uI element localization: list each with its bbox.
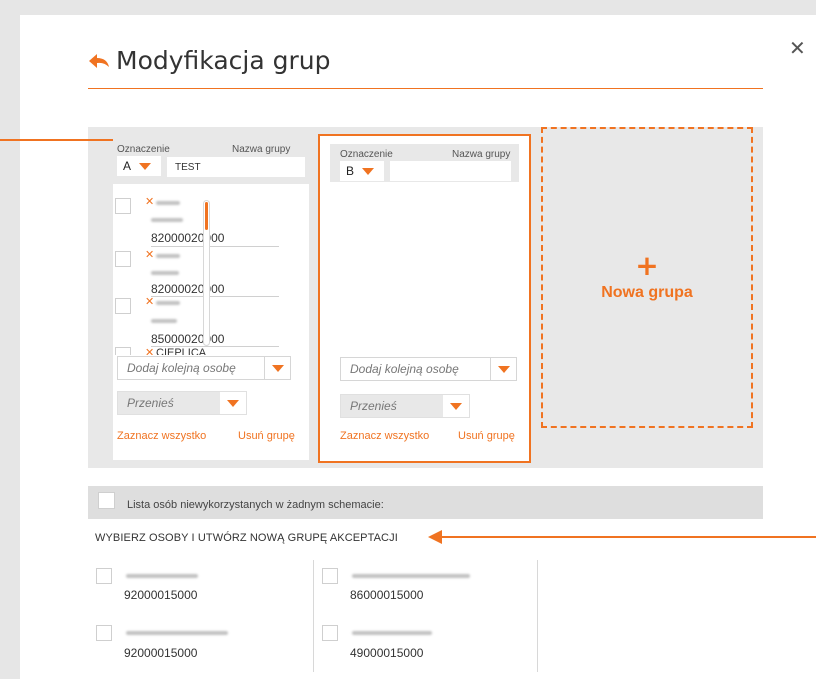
remove-icon[interactable]: ✕: [145, 196, 154, 207]
account-number: 92000015000: [124, 646, 198, 660]
designation-value: A: [123, 159, 132, 173]
annotation-arrow-line-bottom: [442, 536, 816, 538]
select-all-unused-checkbox[interactable]: [98, 492, 115, 509]
blurred-name: [156, 201, 180, 205]
member-checkbox[interactable]: [115, 198, 131, 214]
column-divider: [537, 560, 538, 672]
select-all-link[interactable]: Zaznacz wszystko: [340, 430, 429, 442]
new-group-label: Nowa grupa: [601, 283, 693, 301]
back-arrow-icon[interactable]: [88, 52, 110, 70]
blurred-name: [156, 301, 180, 305]
delete-group-link[interactable]: Usuń grupę: [458, 430, 515, 442]
move-placeholder: Przenieś: [127, 396, 174, 410]
chevron-down-icon: [220, 392, 246, 414]
designation-value: B: [346, 164, 355, 178]
blurred-name: [352, 574, 470, 578]
scrollbar[interactable]: [203, 200, 210, 346]
add-person-placeholder: Dodaj kolejną osobę: [350, 362, 459, 376]
move-placeholder: Przenieś: [350, 399, 397, 413]
scrollbar-thumb[interactable]: [205, 202, 208, 230]
account-number: 49000015000: [350, 646, 424, 660]
separator: [151, 246, 279, 247]
move-dropdown[interactable]: Przenieś: [340, 394, 470, 418]
title-row: Modyfikacja grup: [88, 46, 330, 75]
designation-select[interactable]: B: [340, 161, 384, 181]
delete-group-link[interactable]: Usuń grupę: [238, 430, 295, 442]
remove-icon[interactable]: ✕: [145, 347, 154, 355]
chevron-down-icon: [360, 162, 376, 180]
person-checkbox[interactable]: [96, 568, 112, 584]
blurred-name: [151, 319, 177, 323]
designation-label: Oznaczenie: [340, 149, 393, 160]
designation-label: Oznaczenie: [117, 144, 170, 155]
list-item: ✕ CIEPLICA: [113, 347, 293, 355]
annotation-arrowhead-bottom: [428, 530, 442, 544]
blurred-name: [151, 271, 179, 275]
chevron-down-icon: [443, 395, 469, 417]
remove-icon[interactable]: ✕: [145, 296, 154, 307]
group-name-label: Nazwa grupy: [452, 149, 511, 160]
group-card-header: Oznaczenie Nazwa grupy A: [113, 133, 309, 184]
person-checkbox[interactable]: [322, 568, 338, 584]
move-dropdown[interactable]: Przenieś: [117, 391, 247, 415]
account-number: 92000015000: [124, 588, 198, 602]
chevron-down-icon: [490, 358, 516, 380]
account-number: 85000020000: [151, 332, 225, 346]
plus-icon: +: [635, 248, 659, 282]
person-checkbox[interactable]: [96, 625, 112, 641]
add-person-dropdown[interactable]: Dodaj kolejną osobę: [340, 357, 517, 381]
group-card-header: Oznaczenie Nazwa grupy B: [330, 144, 519, 182]
blurred-name: [352, 631, 432, 635]
column-divider: [313, 560, 314, 672]
close-icon[interactable]: ✕: [789, 36, 806, 60]
designation-select[interactable]: A: [117, 156, 161, 176]
group-name-label: Nazwa grupy: [232, 144, 291, 155]
account-number: 82000020000: [151, 231, 225, 245]
account-number: 86000015000: [350, 588, 424, 602]
title-divider: [88, 88, 763, 89]
blurred-name: [156, 254, 180, 258]
blurred-name: [126, 574, 198, 578]
member-checkbox[interactable]: [115, 251, 131, 267]
member-name: CIEPLICA: [156, 347, 207, 355]
group-name-input[interactable]: [390, 161, 511, 181]
new-group-button[interactable]: + Nowa grupa: [541, 127, 753, 428]
group-name-input[interactable]: [167, 157, 305, 177]
blurred-name: [126, 631, 228, 635]
add-person-dropdown[interactable]: Dodaj kolejną osobę: [117, 356, 291, 380]
member-checkbox[interactable]: [115, 347, 131, 355]
remove-icon[interactable]: ✕: [145, 249, 154, 260]
chevron-down-icon: [264, 357, 290, 379]
blurred-name: [151, 218, 183, 222]
unused-persons-label: Lista osób niewykorzystanych w żadnym sc…: [127, 499, 384, 511]
member-checkbox[interactable]: [115, 298, 131, 314]
page-title: Modyfikacja grup: [116, 46, 331, 75]
chevron-down-icon: [137, 157, 153, 175]
select-all-link[interactable]: Zaznacz wszystko: [117, 430, 206, 442]
account-number: 82000020000: [151, 282, 225, 296]
add-person-placeholder: Dodaj kolejną osobę: [127, 361, 236, 375]
instruction-text: WYBIERZ OSOBY I UTWÓRZ NOWĄ GRUPĘ AKCEPT…: [95, 532, 398, 544]
person-checkbox[interactable]: [322, 625, 338, 641]
